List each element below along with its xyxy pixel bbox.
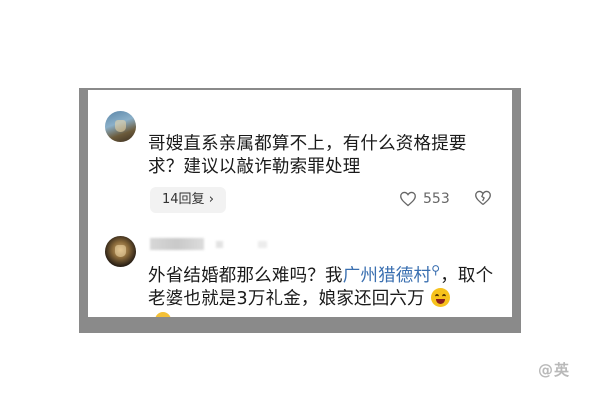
watermark: @英 [538, 361, 571, 379]
avatar-figure [115, 120, 126, 132]
avatar[interactable] [105, 111, 136, 142]
chevron-right-icon: › [208, 192, 214, 207]
location-pin-icon: ⚲ [431, 263, 441, 277]
laughing-crying-emoji-icon [430, 287, 450, 307]
comment-text: 外省结婚都那么难吗？我广州猎德村⚲，取个老婆也就是3万礼金，娘家还回六万 [148, 259, 498, 311]
emoji-mouth [435, 298, 445, 304]
broken-heart-icon [475, 190, 491, 206]
partial-avatar-icon [155, 312, 171, 317]
location-link-label: 广州猎德村 [342, 265, 432, 286]
dislike-button[interactable] [474, 190, 492, 210]
blurred-badge [258, 241, 267, 248]
location-link[interactable]: 广州猎德村⚲ [342, 263, 441, 286]
comment-list: 哥嫂直系亲属都算不上，有什么资格提要求？建议以敲诈勒索罪处理 14回复 › 55… [88, 90, 512, 317]
avatar[interactable] [105, 236, 136, 267]
heart-icon [400, 191, 416, 207]
replies-label: 14回复 [162, 192, 205, 207]
like-button[interactable]: 553 [399, 191, 450, 207]
blurred-badge [216, 241, 223, 248]
blurred-username [150, 238, 204, 250]
avatar-figure [115, 245, 126, 257]
comment-text: 哥嫂直系亲属都算不上，有什么资格提要求？建议以敲诈勒索罪处理 [148, 134, 467, 177]
like-count: 553 [423, 191, 450, 207]
replies-button[interactable]: 14回复 › [150, 187, 226, 213]
comment-text-part: 外省结婚都那么难吗？我 [148, 265, 343, 286]
